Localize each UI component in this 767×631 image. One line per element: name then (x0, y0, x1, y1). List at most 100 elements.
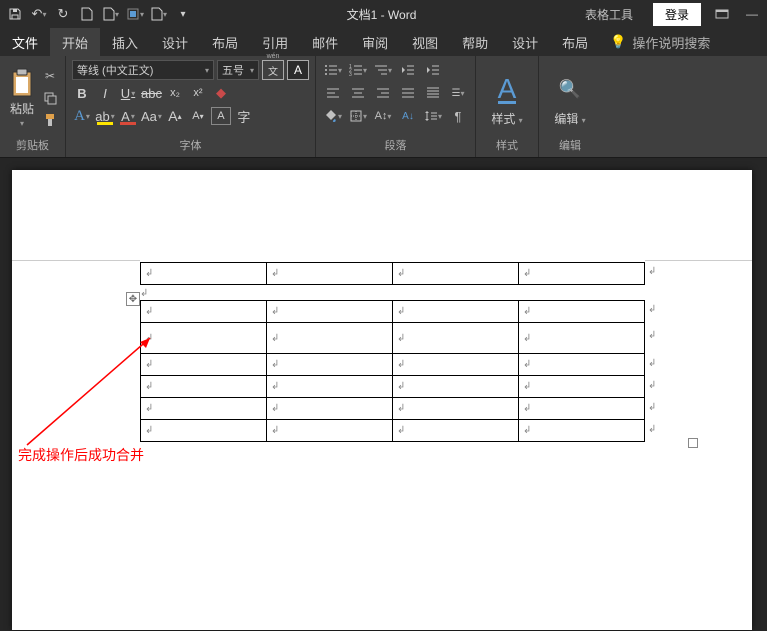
paragraph-mark: ↲ (140, 288, 148, 299)
tab-help[interactable]: 帮助 (450, 28, 500, 56)
file-icon[interactable]: ▾ (126, 5, 144, 23)
asian-layout-button[interactable]: A↕▾ (372, 106, 394, 126)
page[interactable]: ↲↲↲↲ ↲ ↲ ✥ ↲↲↲↲ ↲↲↲↲ ↲↲↲↲ ↲↲↲↲ ↲↲↲↲ ↲↲↲↲… (12, 170, 752, 630)
table-row[interactable]: ↲↲↲↲ (141, 354, 645, 376)
ruler-mark (12, 260, 140, 261)
clear-formatting-icon[interactable]: ◆ (211, 83, 231, 103)
titlebar-right: 表格工具 登录 — (571, 0, 767, 29)
new-doc-icon[interactable] (78, 5, 96, 23)
paste-icon (9, 68, 35, 98)
sort-button[interactable]: A↓ (397, 106, 419, 126)
group-editing: 🔍 编辑 ▾ 编辑 (539, 56, 601, 157)
multilevel-list-button[interactable]: ▾ (372, 60, 394, 80)
cut-icon[interactable]: ✂ (41, 67, 59, 85)
font-name-combo[interactable]: 等线 (中文正文)▾ (72, 60, 214, 80)
qat-customize-icon[interactable]: ▾ (174, 5, 192, 23)
tell-me-label: 操作说明搜索 (632, 33, 710, 52)
paste-label: 粘贴 (10, 100, 34, 117)
strikethrough-button[interactable]: abc (141, 83, 162, 103)
copy-icon[interactable] (41, 89, 59, 107)
tab-table-design[interactable]: 设计 (500, 28, 550, 56)
svg-text:3: 3 (349, 72, 352, 77)
tell-me[interactable]: 💡 操作说明搜索 (600, 28, 720, 56)
new-from-template-icon[interactable]: ▾ (102, 5, 120, 23)
char-shading-button[interactable]: 字 (234, 106, 254, 126)
find-icon[interactable]: 🔍 (559, 68, 581, 110)
group-font-label: 字体 (72, 135, 309, 153)
bold-button[interactable]: B (72, 83, 92, 103)
window-title: 文档1 - Word (192, 6, 571, 23)
text-effects-button[interactable]: A▾ (72, 106, 92, 126)
align-center-button[interactable] (347, 83, 369, 103)
group-styles: A 样式 ▾ 样式 (476, 56, 539, 157)
underline-button[interactable]: U▾ (118, 83, 138, 103)
subscript-button[interactable]: x₂ (165, 83, 185, 103)
table-row[interactable]: ↲↲↲↲ (141, 376, 645, 398)
tab-layout[interactable]: 布局 (200, 28, 250, 56)
decrease-indent-button[interactable] (397, 60, 419, 80)
redo-icon[interactable]: ↻ (54, 5, 72, 23)
table-resize-handle-icon[interactable] (688, 438, 698, 448)
align-left-button[interactable] (322, 83, 344, 103)
tab-references[interactable]: 引用 (250, 28, 300, 56)
highlight-button[interactable]: ab▾ (95, 106, 115, 126)
editing-button-label[interactable]: 编辑 ▾ (554, 110, 585, 127)
row-end-mark: ↲ (648, 358, 656, 369)
tab-mailings[interactable]: 邮件 (300, 28, 350, 56)
show-marks-button[interactable]: ¶ (447, 106, 469, 126)
line-spacing-button[interactable]: ▾ (422, 106, 444, 126)
ribbon-display-icon[interactable] (707, 5, 737, 23)
tab-insert[interactable]: 插入 (100, 28, 150, 56)
char-scaling-button[interactable]: ☰▾ (447, 83, 469, 103)
character-border-icon[interactable]: A (287, 60, 309, 80)
change-case-button[interactable]: Aa▾ (141, 106, 162, 126)
borders-button[interactable]: ▾ (347, 106, 369, 126)
table-row[interactable]: ↲↲↲↲ (141, 420, 645, 442)
numbering-button[interactable]: 123▾ (347, 60, 369, 80)
bullets-button[interactable]: ▾ (322, 60, 344, 80)
lightbulb-icon: 💡 (610, 34, 626, 50)
shrink-font-button[interactable]: A▾ (188, 106, 208, 126)
group-clipboard-label: 剪贴板 (6, 135, 59, 153)
login-button[interactable]: 登录 (653, 3, 701, 26)
table-1[interactable]: ↲↲↲↲ (140, 262, 645, 285)
group-paragraph-label: 段落 (322, 135, 469, 153)
minimize-icon[interactable]: — (737, 5, 767, 23)
titlebar: ↶▾ ↻ ▾ ▾ ▾ ▾ 文档1 - Word 表格工具 登录 — (0, 0, 767, 28)
table-2[interactable]: ↲↲↲↲ ↲↲↲↲ ↲↲↲↲ ↲↲↲↲ ↲↲↲↲ ↲↲↲↲ (140, 300, 645, 442)
paste-button[interactable]: 粘贴 ▾ (6, 60, 38, 135)
phonetic-guide-icon[interactable]: 文 (262, 60, 284, 80)
save-icon[interactable] (6, 5, 24, 23)
superscript-button[interactable]: x² (188, 83, 208, 103)
tab-file[interactable]: 文件 (0, 28, 50, 56)
row-end-mark: ↲ (648, 330, 656, 341)
styles-button-label[interactable]: 样式 ▾ (491, 110, 522, 127)
row-end-mark: ↲ (648, 266, 656, 277)
table-row[interactable]: ↲↲↲↲ (141, 301, 645, 323)
tab-home[interactable]: 开始 (50, 28, 100, 56)
print-icon[interactable]: ▾ (150, 5, 168, 23)
tab-table-layout[interactable]: 布局 (550, 28, 600, 56)
undo-icon[interactable]: ↶▾ (30, 5, 48, 23)
grow-font-button[interactable]: A▴ (165, 106, 185, 126)
table-row[interactable]: ↲↲↲↲ (141, 398, 645, 420)
table-row[interactable]: ↲↲↲↲ (141, 263, 645, 285)
table-row-merged[interactable]: ↲↲↲↲ (141, 323, 645, 354)
tab-review[interactable]: 审阅 (350, 28, 400, 56)
font-color-button[interactable]: A▾ (118, 106, 138, 126)
document-area: ↲↲↲↲ ↲ ↲ ✥ ↲↲↲↲ ↲↲↲↲ ↲↲↲↲ ↲↲↲↲ ↲↲↲↲ ↲↲↲↲… (0, 158, 767, 631)
font-size-combo[interactable]: 五号▾ (217, 60, 259, 80)
table-move-handle-icon[interactable]: ✥ (126, 292, 140, 306)
italic-button[interactable]: I (95, 83, 115, 103)
increase-indent-button[interactable] (422, 60, 444, 80)
distributed-button[interactable] (422, 83, 444, 103)
tab-design[interactable]: 设计 (150, 28, 200, 56)
justify-button[interactable] (397, 83, 419, 103)
format-painter-icon[interactable] (41, 111, 59, 129)
align-right-button[interactable] (372, 83, 394, 103)
enclose-char-button[interactable]: A (211, 107, 231, 125)
tab-view[interactable]: 视图 (400, 28, 450, 56)
group-clipboard: 粘贴 ▾ ✂ 剪贴板 (0, 56, 66, 157)
styles-icon[interactable]: A (498, 68, 517, 110)
shading-button[interactable]: ▾ (322, 106, 344, 126)
